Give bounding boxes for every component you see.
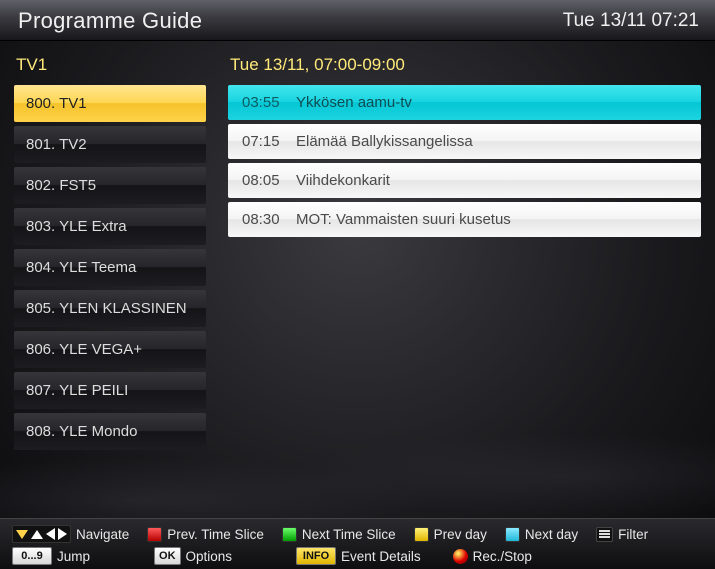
- timeslot-heading: Tue 13/11, 07:00-09:00: [228, 51, 701, 85]
- help-next-slice: Next Time Slice: [282, 527, 396, 542]
- programme-item[interactable]: 03:55 Ykkösen aamu-tv: [228, 85, 701, 120]
- help-rec-stop: Rec./Stop: [453, 549, 532, 564]
- filter-icon: [596, 527, 613, 542]
- help-options: OK Options: [154, 547, 232, 565]
- help-prev-slice: Prev. Time Slice: [147, 527, 264, 542]
- help-filter: Filter: [596, 527, 648, 542]
- channel-item[interactable]: 804. YLE Teema: [14, 249, 206, 286]
- channel-item[interactable]: 808. YLE Mondo: [14, 413, 206, 450]
- help-navigate-label: Navigate: [76, 527, 129, 542]
- channel-item[interactable]: 803. YLE Extra: [14, 208, 206, 245]
- help-next-day: Next day: [505, 527, 578, 542]
- ok-keycap-icon: OK: [154, 547, 181, 565]
- programme-title: Ykkösen aamu-tv: [296, 94, 412, 111]
- help-prev-slice-label: Prev. Time Slice: [167, 527, 264, 542]
- channel-item[interactable]: 802. FST5: [14, 167, 206, 204]
- clock: Tue 13/11 07:21: [563, 10, 699, 32]
- help-event-details: INFO Event Details: [296, 547, 421, 565]
- programme-item[interactable]: 08:05 Viihdekonkarit: [228, 163, 701, 198]
- help-options-label: Options: [186, 549, 233, 564]
- programme-item[interactable]: 08:30 MOT: Vammaisten suuri kusetus: [228, 202, 701, 237]
- channel-item[interactable]: 806. YLE VEGA+: [14, 331, 206, 368]
- programme-time: 07:15: [242, 133, 286, 150]
- help-prev-day-label: Prev day: [434, 527, 487, 542]
- programme-list: 03:55 Ykkösen aamu-tv 07:15 Elämää Ballykis…: [228, 85, 701, 237]
- page-title: Programme Guide: [18, 8, 202, 34]
- navigate-icon: [12, 525, 71, 543]
- blue-button-icon: [505, 527, 520, 542]
- help-next-day-label: Next day: [525, 527, 578, 542]
- programme-time: 08:05: [242, 172, 286, 189]
- help-rec-stop-label: Rec./Stop: [473, 549, 532, 564]
- record-icon: [453, 549, 468, 564]
- yellow-button-icon: [414, 527, 429, 542]
- content-area: TV1 800. TV1 801. TV2 802. FST5 803. YLE Ex…: [0, 41, 715, 450]
- programme-column: Tue 13/11, 07:00-09:00 03:55 Ykkösen aamu…: [228, 51, 701, 450]
- red-button-icon: [147, 527, 162, 542]
- channel-item[interactable]: 801. TV2: [14, 126, 206, 163]
- programme-time: 03:55: [242, 94, 286, 111]
- programme-title: Viihdekonkarit: [296, 172, 390, 189]
- programme-title: MOT: Vammaisten suuri kusetus: [296, 211, 511, 228]
- channel-heading: TV1: [14, 51, 206, 85]
- help-navigate: Navigate: [12, 525, 129, 543]
- info-keycap-icon: INFO: [296, 547, 336, 565]
- programme-title: Elämää Ballykissangelissa: [296, 133, 473, 150]
- channel-column: TV1 800. TV1 801. TV2 802. FST5 803. YLE Ex…: [14, 51, 206, 450]
- green-button-icon: [282, 527, 297, 542]
- header-bar: Programme Guide Tue 13/11 07:21: [0, 0, 715, 41]
- help-bar: Navigate Prev. Time Slice Next Time Slic…: [0, 518, 715, 569]
- programme-item[interactable]: 07:15 Elämää Ballykissangelissa: [228, 124, 701, 159]
- help-row-1: Navigate Prev. Time Slice Next Time Slic…: [12, 525, 703, 543]
- help-filter-label: Filter: [618, 527, 648, 542]
- help-prev-day: Prev day: [414, 527, 487, 542]
- programme-time: 08:30: [242, 211, 286, 228]
- digits-keycap-icon: 0...9: [12, 547, 52, 565]
- help-jump-label: Jump: [57, 549, 90, 564]
- help-event-details-label: Event Details: [341, 549, 421, 564]
- help-row-2: 0...9 Jump OK Options INFO Event Details…: [12, 547, 703, 565]
- channel-item[interactable]: 807. YLE PEILI: [14, 372, 206, 409]
- channel-item[interactable]: 800. TV1: [14, 85, 206, 122]
- channel-list: 800. TV1 801. TV2 802. FST5 803. YLE Extra 8…: [14, 85, 206, 450]
- help-next-slice-label: Next Time Slice: [302, 527, 396, 542]
- help-jump: 0...9 Jump: [12, 547, 90, 565]
- channel-item[interactable]: 805. YLEN KLASSINEN: [14, 290, 206, 327]
